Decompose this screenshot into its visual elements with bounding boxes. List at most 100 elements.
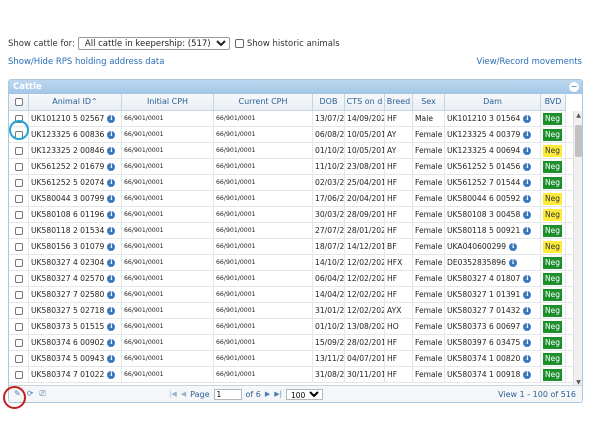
info-icon[interactable]: i xyxy=(523,274,532,283)
dam-cell[interactable]: UK580374 1 00820 i xyxy=(445,351,541,366)
page-input[interactable] xyxy=(213,388,242,400)
table-row[interactable]: UK580327 4 02570 i 66/901/0001 66/901/0001 0… xyxy=(9,271,575,287)
info-icon[interactable]: i xyxy=(523,178,532,187)
info-icon[interactable]: i xyxy=(107,370,116,379)
col-cts[interactable]: CTS on d xyxy=(345,94,385,110)
animal-id-cell[interactable]: UK561252 5 02074 i xyxy=(29,175,122,190)
row-checkbox[interactable] xyxy=(14,274,23,283)
info-icon[interactable]: i xyxy=(508,258,517,267)
dam-cell[interactable]: UK580044 6 00592 i xyxy=(445,191,541,206)
vertical-scrollbar[interactable]: ▲ ▼ xyxy=(573,111,582,387)
dam-cell[interactable]: UK580327 4 01807 i xyxy=(445,271,541,286)
row-checkbox-cell[interactable] xyxy=(9,223,29,238)
table-row[interactable]: UK580327 7 02580 i 66/901/0001 66/901/0001 1… xyxy=(9,287,575,303)
dam-cell[interactable]: UK123325 4 00379 i xyxy=(445,127,541,142)
row-checkbox-cell[interactable] xyxy=(9,239,29,254)
scroll-thumb[interactable] xyxy=(575,125,582,157)
row-checkbox-cell[interactable] xyxy=(9,319,29,334)
info-icon[interactable]: i xyxy=(107,274,116,283)
row-checkbox-cell[interactable] xyxy=(9,367,29,382)
row-checkbox[interactable] xyxy=(14,210,23,219)
info-icon[interactable]: i xyxy=(523,306,532,315)
row-checkbox[interactable] xyxy=(14,178,23,187)
prev-page-icon[interactable]: ◀ xyxy=(181,390,186,398)
historic-checkbox[interactable] xyxy=(234,39,244,48)
animal-id-cell[interactable]: UK580156 3 01079 i xyxy=(29,239,122,254)
dam-cell[interactable]: UK580118 5 00921 i xyxy=(445,223,541,238)
info-icon[interactable]: i xyxy=(107,242,116,251)
col-dam[interactable]: Dam xyxy=(445,94,541,110)
animal-id-cell[interactable]: UK580327 4 02570 i xyxy=(29,271,122,286)
info-icon[interactable]: i xyxy=(107,114,116,123)
first-page-icon[interactable]: |◀ xyxy=(169,390,177,398)
row-checkbox[interactable] xyxy=(14,226,23,235)
dam-cell[interactable]: UK580327 1 01391 i xyxy=(445,287,541,302)
scroll-up-icon[interactable]: ▲ xyxy=(575,112,582,119)
info-icon[interactable]: i xyxy=(107,194,116,203)
table-row[interactable]: UK561252 2 01679 i 66/901/0001 66/901/0001 1… xyxy=(9,159,575,175)
row-checkbox[interactable] xyxy=(14,194,23,203)
row-checkbox-cell[interactable] xyxy=(9,271,29,286)
info-icon[interactable]: i xyxy=(523,210,532,219)
row-checkbox[interactable] xyxy=(14,338,23,347)
select-all-header[interactable] xyxy=(9,94,29,110)
animal-id-cell[interactable]: UK101210 5 02567 i xyxy=(29,111,122,126)
info-icon[interactable]: i xyxy=(523,114,532,123)
row-checkbox-cell[interactable] xyxy=(9,175,29,190)
col-dob[interactable]: DOB xyxy=(313,94,345,110)
info-icon[interactable]: i xyxy=(509,242,518,251)
info-icon[interactable]: i xyxy=(107,306,116,315)
row-checkbox[interactable] xyxy=(14,354,23,363)
animal-id-cell[interactable]: UK580374 5 00943 i xyxy=(29,351,122,366)
row-checkbox-cell[interactable] xyxy=(9,207,29,222)
table-row[interactable]: UK580374 6 00902 i 66/901/0001 66/901/0001 1… xyxy=(9,335,575,351)
dam-cell[interactable]: UK101210 3 01564 i xyxy=(445,111,541,126)
animal-id-cell[interactable]: UK580374 7 01022 i xyxy=(29,367,122,382)
row-checkbox-cell[interactable] xyxy=(9,159,29,174)
col-initial-cph[interactable]: Initial CPH xyxy=(122,94,214,110)
table-row[interactable]: UK580374 5 00943 i 66/901/0001 66/901/0001 1… xyxy=(9,351,575,367)
row-checkbox[interactable] xyxy=(14,322,23,331)
row-checkbox[interactable] xyxy=(14,146,23,155)
dam-cell[interactable]: UK580397 6 03475 i xyxy=(445,335,541,350)
row-checkbox[interactable] xyxy=(14,258,23,267)
info-icon[interactable]: i xyxy=(523,162,532,171)
info-icon[interactable]: i xyxy=(523,354,532,363)
row-checkbox-cell[interactable] xyxy=(9,143,29,158)
table-row[interactable]: UK580044 3 00799 i 66/901/0001 66/901/0001 1… xyxy=(9,191,575,207)
animal-id-cell[interactable]: UK580108 6 01196 i xyxy=(29,207,122,222)
info-icon[interactable]: i xyxy=(523,226,532,235)
rps-toggle-link[interactable]: Show/Hide RPS holding address data xyxy=(8,57,164,67)
dam-cell[interactable]: UK580327 7 01432 i xyxy=(445,303,541,318)
row-checkbox-cell[interactable] xyxy=(9,335,29,350)
last-page-icon[interactable]: ▶| xyxy=(274,390,282,398)
table-row[interactable]: UK580373 5 01515 i 66/901/0001 66/901/0001 0… xyxy=(9,319,575,335)
table-row[interactable]: UK580108 6 01196 i 66/901/0001 66/901/0001 3… xyxy=(9,207,575,223)
row-checkbox[interactable] xyxy=(14,290,23,299)
animal-id-cell[interactable]: UK580118 2 01534 i xyxy=(29,223,122,238)
animal-id-cell[interactable]: UK580327 4 02304 i xyxy=(29,255,122,270)
collapse-icon[interactable]: − xyxy=(569,82,579,92)
row-checkbox[interactable] xyxy=(14,306,23,315)
dam-cell[interactable]: UK123325 4 00694 i xyxy=(445,143,541,158)
animal-id-cell[interactable]: UK580044 3 00799 i xyxy=(29,191,122,206)
info-icon[interactable]: i xyxy=(107,162,116,171)
info-icon[interactable]: i xyxy=(523,370,532,379)
per-page-select[interactable]: 100 xyxy=(286,388,323,400)
col-breed[interactable]: Breed xyxy=(385,94,413,110)
animal-id-cell[interactable]: UK123325 2 00846 i xyxy=(29,143,122,158)
row-checkbox-cell[interactable] xyxy=(9,287,29,302)
export-icon[interactable]: ⎚ xyxy=(39,389,45,399)
col-bvd[interactable]: BVD xyxy=(541,94,566,110)
col-animal-id[interactable]: Animal ID⌃ xyxy=(29,94,122,110)
animal-id-cell[interactable]: UK580327 5 02718 i xyxy=(29,303,122,318)
next-page-icon[interactable]: ▶ xyxy=(265,390,270,398)
info-icon[interactable]: i xyxy=(523,194,532,203)
table-row[interactable]: UK580156 3 01079 i 66/901/0001 66/901/0001 1… xyxy=(9,239,575,255)
refresh-icon[interactable]: ⟳ xyxy=(27,389,34,399)
info-icon[interactable]: i xyxy=(107,146,116,155)
animal-id-cell[interactable]: UK580373 5 01515 i xyxy=(29,319,122,334)
table-row[interactable]: UK580374 7 01022 i 66/901/0001 66/901/0001 3… xyxy=(9,367,575,383)
table-row[interactable]: UK580118 2 01534 i 66/901/0001 66/901/0001 2… xyxy=(9,223,575,239)
info-icon[interactable]: i xyxy=(107,290,116,299)
